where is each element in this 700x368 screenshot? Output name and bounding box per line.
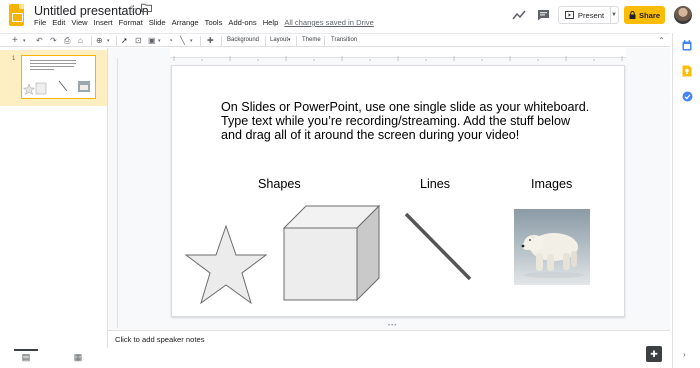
menu-addons[interactable]: Add-ons: [228, 18, 256, 27]
share-button[interactable]: Share: [624, 6, 665, 24]
slide-canvas[interactable]: On Slides or PowerPoint, use one single …: [171, 65, 625, 317]
menu-view[interactable]: View: [71, 18, 87, 27]
filmstrip-view-icon[interactable]: ▤: [14, 352, 38, 366]
slide-editor: On Slides or PowerPoint, use one single …: [108, 48, 670, 330]
menu-format[interactable]: Format: [119, 18, 143, 27]
toolbar-divider: [324, 36, 325, 46]
save-status-link[interactable]: All changes saved in Drive: [284, 18, 373, 27]
user-avatar[interactable]: [674, 6, 692, 24]
toolbar-divider: [200, 36, 201, 46]
present-options-dropdown[interactable]: ▼: [610, 6, 619, 24]
menu-help[interactable]: Help: [263, 18, 279, 27]
horizontal-ruler: [170, 48, 626, 61]
menu-edit[interactable]: Edit: [52, 18, 65, 27]
menu-bar: File Edit View Insert Format Slide Arran…: [34, 18, 380, 27]
app-header: Untitled presentation ☆ File Edit View I…: [0, 0, 700, 32]
show-side-panel-icon[interactable]: ›: [683, 350, 686, 359]
image-dropdown-icon[interactable]: ▾: [158, 35, 161, 47]
speaker-notes-placeholder[interactable]: Click to add speaker notes: [115, 335, 205, 344]
new-slide-icon[interactable]: +: [12, 35, 18, 46]
redo-icon[interactable]: ↷: [50, 35, 57, 47]
vertical-ruler: [108, 58, 118, 328]
polar-bear-image[interactable]: [514, 209, 590, 285]
move-to-folder-icon[interactable]: [141, 3, 152, 15]
transition-button[interactable]: Transition: [331, 37, 357, 43]
lines-label[interactable]: Lines: [420, 177, 450, 191]
calendar-icon[interactable]: [682, 40, 692, 51]
toolbar: + ▾ ↶ ↷ ⎙ ⌂ ⊕ ▾ ➚ ⊡ ▣ ▾ ◔ ╲ ▾ ✚ Backgrou…: [0, 33, 670, 47]
toolbar-divider: [265, 36, 266, 46]
slide-number: 1: [12, 56, 16, 62]
background-button[interactable]: Background: [227, 37, 259, 43]
activity-trend-icon[interactable]: [512, 8, 526, 20]
toolbar-divider: [91, 36, 92, 46]
slides-logo[interactable]: [9, 4, 24, 26]
star-icon[interactable]: ☆: [127, 3, 137, 16]
slide-thumbnail-selected[interactable]: 1: [0, 50, 107, 106]
new-slide-dropdown-icon[interactable]: ▾: [23, 35, 26, 47]
notes-resize-handle[interactable]: •••: [388, 323, 397, 329]
speaker-notes-panel[interactable]: Click to add speaker notes: [108, 330, 670, 368]
toolbar-divider: [221, 36, 222, 46]
add-comment-icon[interactable]: ✚: [207, 35, 214, 47]
shapes-label[interactable]: Shapes: [258, 177, 301, 191]
menu-tools[interactable]: Tools: [205, 18, 223, 27]
text-box-icon[interactable]: ⊡: [135, 35, 142, 47]
layout-dropdown-icon[interactable]: ▾: [288, 37, 291, 43]
slide-thumbnail-preview: [22, 60, 90, 95]
images-label[interactable]: Images: [531, 177, 572, 191]
present-icon: [564, 11, 574, 19]
print-icon[interactable]: ⎙: [64, 35, 70, 47]
shape-icon[interactable]: ◔: [168, 35, 173, 47]
menu-insert[interactable]: Insert: [94, 18, 113, 27]
comments-icon[interactable]: [537, 8, 550, 21]
select-cursor-icon[interactable]: ➚: [121, 35, 128, 47]
menu-file[interactable]: File: [34, 18, 46, 27]
paint-format-icon[interactable]: ⌂: [78, 35, 83, 47]
filmstrip-view-indicator: [14, 349, 38, 351]
tasks-icon[interactable]: [682, 91, 693, 102]
undo-icon[interactable]: ↶: [36, 35, 43, 47]
present-label: Present: [577, 10, 605, 20]
image-icon[interactable]: ▣: [148, 35, 156, 47]
grid-view-icon[interactable]: ▦: [66, 352, 90, 366]
toolbar-divider: [116, 36, 117, 46]
share-label: Share: [638, 10, 661, 20]
keep-icon[interactable]: [682, 65, 692, 77]
layout-button[interactable]: Layout: [270, 37, 288, 43]
slide-body-textbox[interactable]: On Slides or PowerPoint, use one single …: [221, 100, 591, 143]
line-dropdown-icon[interactable]: ▾: [190, 35, 193, 47]
menu-arrange[interactable]: Arrange: [172, 18, 199, 27]
toolbar-divider: [296, 36, 297, 46]
theme-button[interactable]: Theme: [302, 37, 321, 43]
slide-filmstrip: 1: [0, 48, 108, 348]
star-shape[interactable]: [184, 224, 268, 306]
collapse-menus-icon[interactable]: ⌃: [658, 36, 665, 45]
menu-slide[interactable]: Slide: [149, 18, 166, 27]
chevron-down-icon: ▼: [611, 12, 617, 18]
present-button[interactable]: Present: [558, 6, 611, 24]
explore-icon[interactable]: ✚: [646, 346, 662, 362]
lock-icon: [629, 11, 636, 19]
line-shape[interactable]: [402, 211, 474, 283]
zoom-icon[interactable]: ⊕: [96, 35, 103, 47]
cube-shape[interactable]: [282, 205, 382, 301]
slide-thumbnail[interactable]: [21, 55, 96, 99]
line-icon[interactable]: ╲: [180, 35, 185, 47]
side-panel: [672, 33, 700, 368]
zoom-dropdown-icon[interactable]: ▾: [107, 35, 110, 47]
